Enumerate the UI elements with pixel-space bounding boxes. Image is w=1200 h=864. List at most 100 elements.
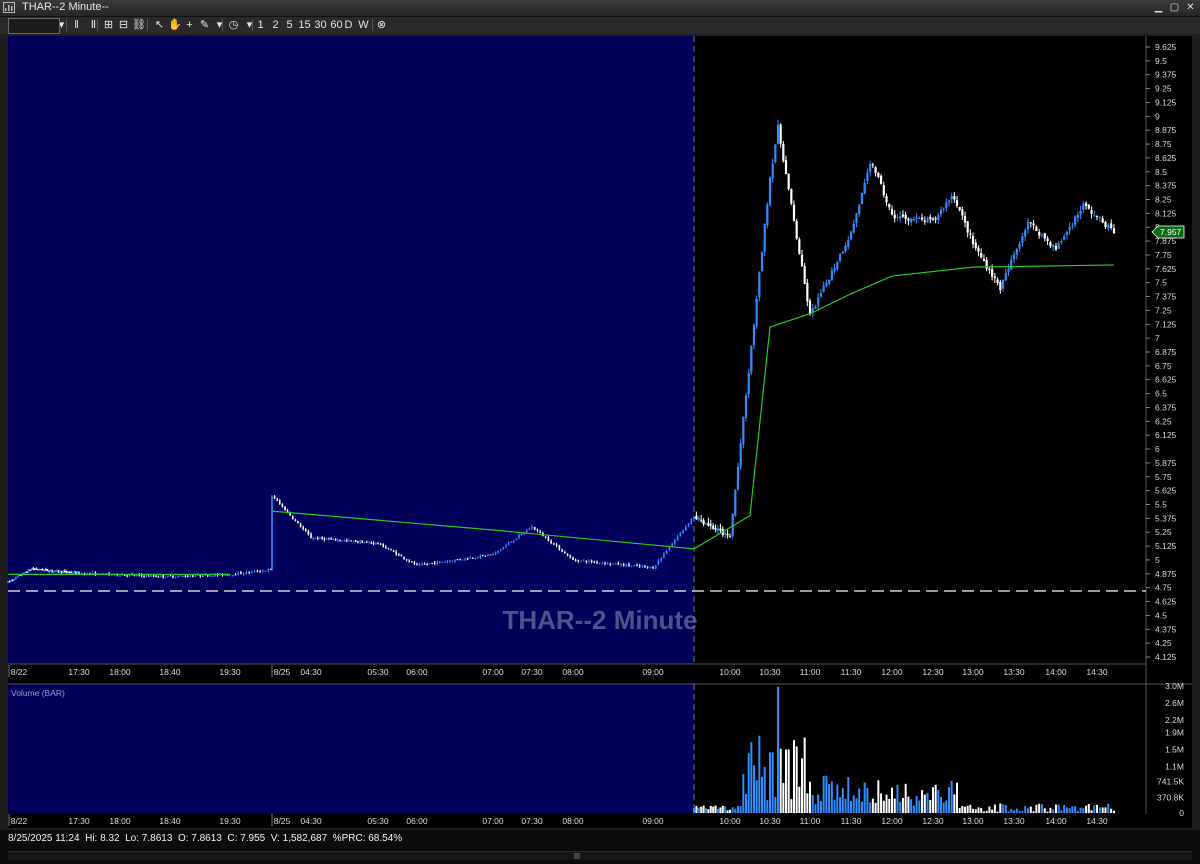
candle-body [182, 575, 184, 577]
price-axis-label: 9.375 [1155, 70, 1177, 80]
interval-2-button[interactable]: 2 [270, 18, 281, 32]
volume-bar [858, 788, 861, 813]
close-icon[interactable]: ✕ [1184, 2, 1197, 13]
candle-body [1007, 268, 1010, 273]
candle-body [1024, 230, 1027, 237]
time-axis-label: 13:30 [1003, 816, 1025, 826]
horizontal-scrollbar[interactable] [8, 851, 1192, 860]
candle-body [13, 579, 16, 581]
candle-body [676, 536, 679, 541]
candle-body [487, 554, 489, 556]
candle-body [464, 558, 466, 560]
candle-body [712, 525, 715, 529]
volume-bar [1107, 803, 1110, 813]
scrollbar-thumb[interactable] [574, 853, 580, 859]
volume-bar [695, 805, 698, 813]
close-chart-icon[interactable]: ⊗ [375, 18, 388, 32]
link-icon[interactable]: ⛓ [132, 18, 146, 32]
candle-body [707, 522, 710, 526]
draw-icon[interactable]: ✎ [198, 18, 211, 32]
volume-bar [1029, 806, 1032, 813]
candle-body [803, 266, 806, 284]
chart-area[interactable]: THAR--2 Minute 9.625 9.5 9.375 9.25 9.125 9 8.… [0, 34, 1200, 830]
minimize-icon[interactable]: ▁ [1152, 2, 1165, 13]
candle-body [390, 549, 392, 551]
volume-axis-label: 1.1M [1165, 761, 1184, 771]
candle-body [46, 569, 49, 571]
volume-bar [982, 811, 985, 813]
volume-bar [1052, 809, 1055, 813]
candle-body [262, 570, 264, 572]
symbol-link-box[interactable] [8, 18, 60, 34]
candle-body [8, 581, 11, 583]
candle-body [302, 526, 304, 530]
price-axis-label: 6.125 [1155, 430, 1177, 440]
interval-1-button[interactable]: 1 [255, 18, 266, 32]
price-axis-label: 7 [1155, 333, 1160, 343]
draw-dropdown-icon[interactable]: ▾ [213, 18, 226, 32]
candle-body [387, 548, 390, 550]
bar-spacing-icon[interactable]: ‖ [70, 18, 83, 32]
candle-body [54, 570, 57, 572]
candle-body [174, 577, 177, 579]
interval-15-button[interactable]: 15 [297, 18, 312, 32]
candle-body [636, 564, 638, 566]
time-axis-label: 11:00 [800, 816, 821, 826]
volume-bar [717, 808, 719, 813]
candle-body [988, 268, 991, 271]
candle-body [665, 550, 668, 554]
candle-body [27, 569, 30, 573]
volume-bar [1018, 810, 1021, 813]
crosshair-icon[interactable]: + [183, 18, 196, 32]
grid-icon[interactable]: ⊞ [102, 18, 115, 32]
candle-body [489, 554, 492, 556]
candle-body [297, 521, 299, 524]
candle-body [1098, 217, 1101, 219]
candle-body [598, 562, 601, 564]
clock-icon[interactable]: ◷ [227, 18, 240, 32]
volume-bar [945, 800, 948, 813]
candle-body [1065, 231, 1069, 236]
candle-body [169, 575, 172, 577]
hand-icon[interactable]: ✋ [168, 18, 182, 32]
candle-body [24, 572, 27, 574]
layout-icon[interactable]: ⊟ [117, 18, 130, 32]
candle-body [877, 172, 880, 178]
candle-body [1093, 215, 1096, 217]
volume-bar [950, 780, 953, 813]
volume-bar [729, 809, 731, 813]
candle-body [760, 252, 764, 272]
interval-5-button[interactable]: 5 [284, 18, 295, 32]
candle-body [167, 575, 169, 577]
candle-body [795, 221, 798, 239]
volume-bar [839, 797, 842, 813]
candle-body [16, 576, 19, 578]
candle-body [305, 529, 307, 532]
cursor-icon[interactable]: ↖ [153, 18, 166, 32]
chart-app-icon [3, 2, 15, 13]
interval-d-button[interactable]: D [343, 18, 354, 32]
volume-bar [966, 805, 969, 813]
price-axis-label: 5.625 [1155, 486, 1177, 496]
interval-60-button[interactable]: 60 [329, 18, 344, 32]
time-axis-label: 05:30 [367, 816, 389, 826]
candle-body [510, 541, 512, 543]
price-axis-label: 7.5 [1155, 278, 1167, 288]
interval-w-button[interactable]: W [358, 18, 369, 32]
volume-bar [709, 805, 712, 813]
candle-body [136, 574, 138, 576]
candle-body [844, 245, 847, 252]
candle-body [1043, 233, 1046, 239]
time-axis-label: 17:30 [68, 816, 90, 826]
volume-bar [991, 809, 994, 813]
maximize-icon[interactable]: ▢ [1168, 2, 1181, 13]
ii-icon[interactable]: Ⅱ [87, 18, 100, 32]
candle-body [766, 204, 769, 226]
volume-panel-title: Volume (BAR) [11, 688, 65, 698]
time-axis-label: 14:00 [1045, 816, 1067, 826]
candle-body [152, 575, 155, 577]
candle-body [1040, 234, 1044, 236]
interval-30-button[interactable]: 30 [313, 18, 328, 32]
candle-body [564, 551, 566, 554]
candle-body [999, 281, 1002, 291]
